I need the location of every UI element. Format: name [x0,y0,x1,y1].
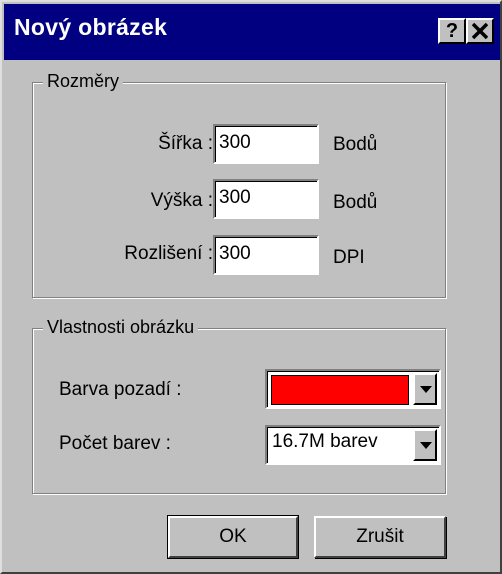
bgcolor-label: Barva pozadí : [59,379,182,400]
resolution-unit: DPI [333,247,365,268]
resolution-field[interactable]: 300 [213,235,319,275]
dialog-title: Nový obrázek [14,14,168,40]
width-unit: Bodů [333,134,378,155]
height-unit: Bodů [333,192,378,213]
properties-group: Vlastnosti obrázku Barva pozadí : Počet … [32,317,446,494]
bgcolor-swatch [271,375,409,405]
width-label: Šířka : [158,133,213,154]
colors-label: Počet barev : [59,433,171,454]
help-button[interactable]: ? [438,18,466,44]
resolution-label: Rozlišení : [124,243,213,264]
new-image-dialog: Nový obrázek ? Rozměry Šířka : 300 Bodů … [0,0,502,574]
title-bar[interactable]: Nový obrázek ? [4,4,500,60]
close-button[interactable] [466,18,494,44]
bgcolor-select[interactable] [265,369,441,409]
height-field[interactable]: 300 [213,179,319,219]
bgcolor-dropdown-button[interactable] [413,373,437,405]
dimensions-group: Rozměry Šířka : 300 Bodů Výška : 300 Bod… [32,71,446,298]
color-depth-dropdown-button[interactable] [413,429,437,461]
chevron-down-icon [420,442,432,449]
color-depth-value: 16.7M barev [272,431,378,452]
dimensions-legend: Rozměry [43,71,124,92]
cancel-button[interactable]: Zrušit [314,516,446,558]
chevron-down-icon [420,386,432,393]
height-label: Výška : [150,190,213,211]
color-depth-select[interactable]: 16.7M barev [265,425,441,465]
properties-legend: Vlastnosti obrázku [43,317,199,338]
width-field[interactable]: 300 [213,124,319,164]
ok-button[interactable]: OK [167,515,299,559]
close-icon [471,22,489,40]
